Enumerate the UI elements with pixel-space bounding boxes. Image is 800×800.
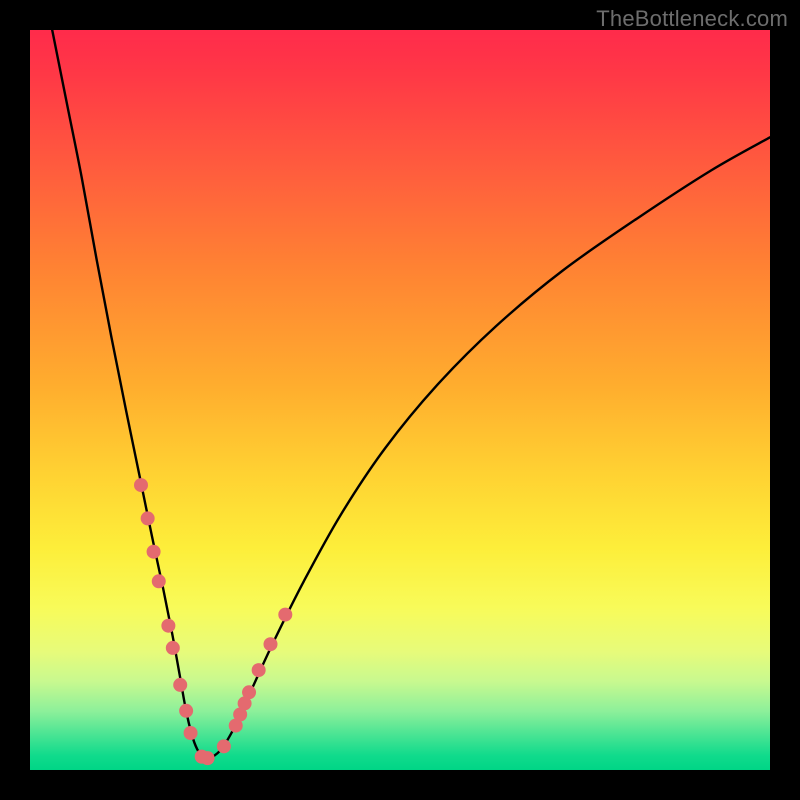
data-marker (134, 478, 148, 492)
data-marker (252, 663, 266, 677)
data-marker (242, 685, 256, 699)
data-marker (147, 545, 161, 559)
data-marker (152, 574, 166, 588)
chart-frame: TheBottleneck.com (0, 0, 800, 800)
data-marker (278, 608, 292, 622)
data-marker (166, 641, 180, 655)
data-marker (141, 511, 155, 525)
data-marker (179, 704, 193, 718)
data-marker (173, 678, 187, 692)
watermark-text: TheBottleneck.com (596, 6, 788, 32)
data-marker (184, 726, 198, 740)
bottleneck-curve (52, 30, 770, 759)
data-marker (217, 739, 231, 753)
data-marker (201, 751, 215, 765)
chart-svg (30, 30, 770, 770)
data-marker (161, 619, 175, 633)
data-marker (264, 637, 278, 651)
plot-area (30, 30, 770, 770)
markers-group (134, 478, 292, 765)
